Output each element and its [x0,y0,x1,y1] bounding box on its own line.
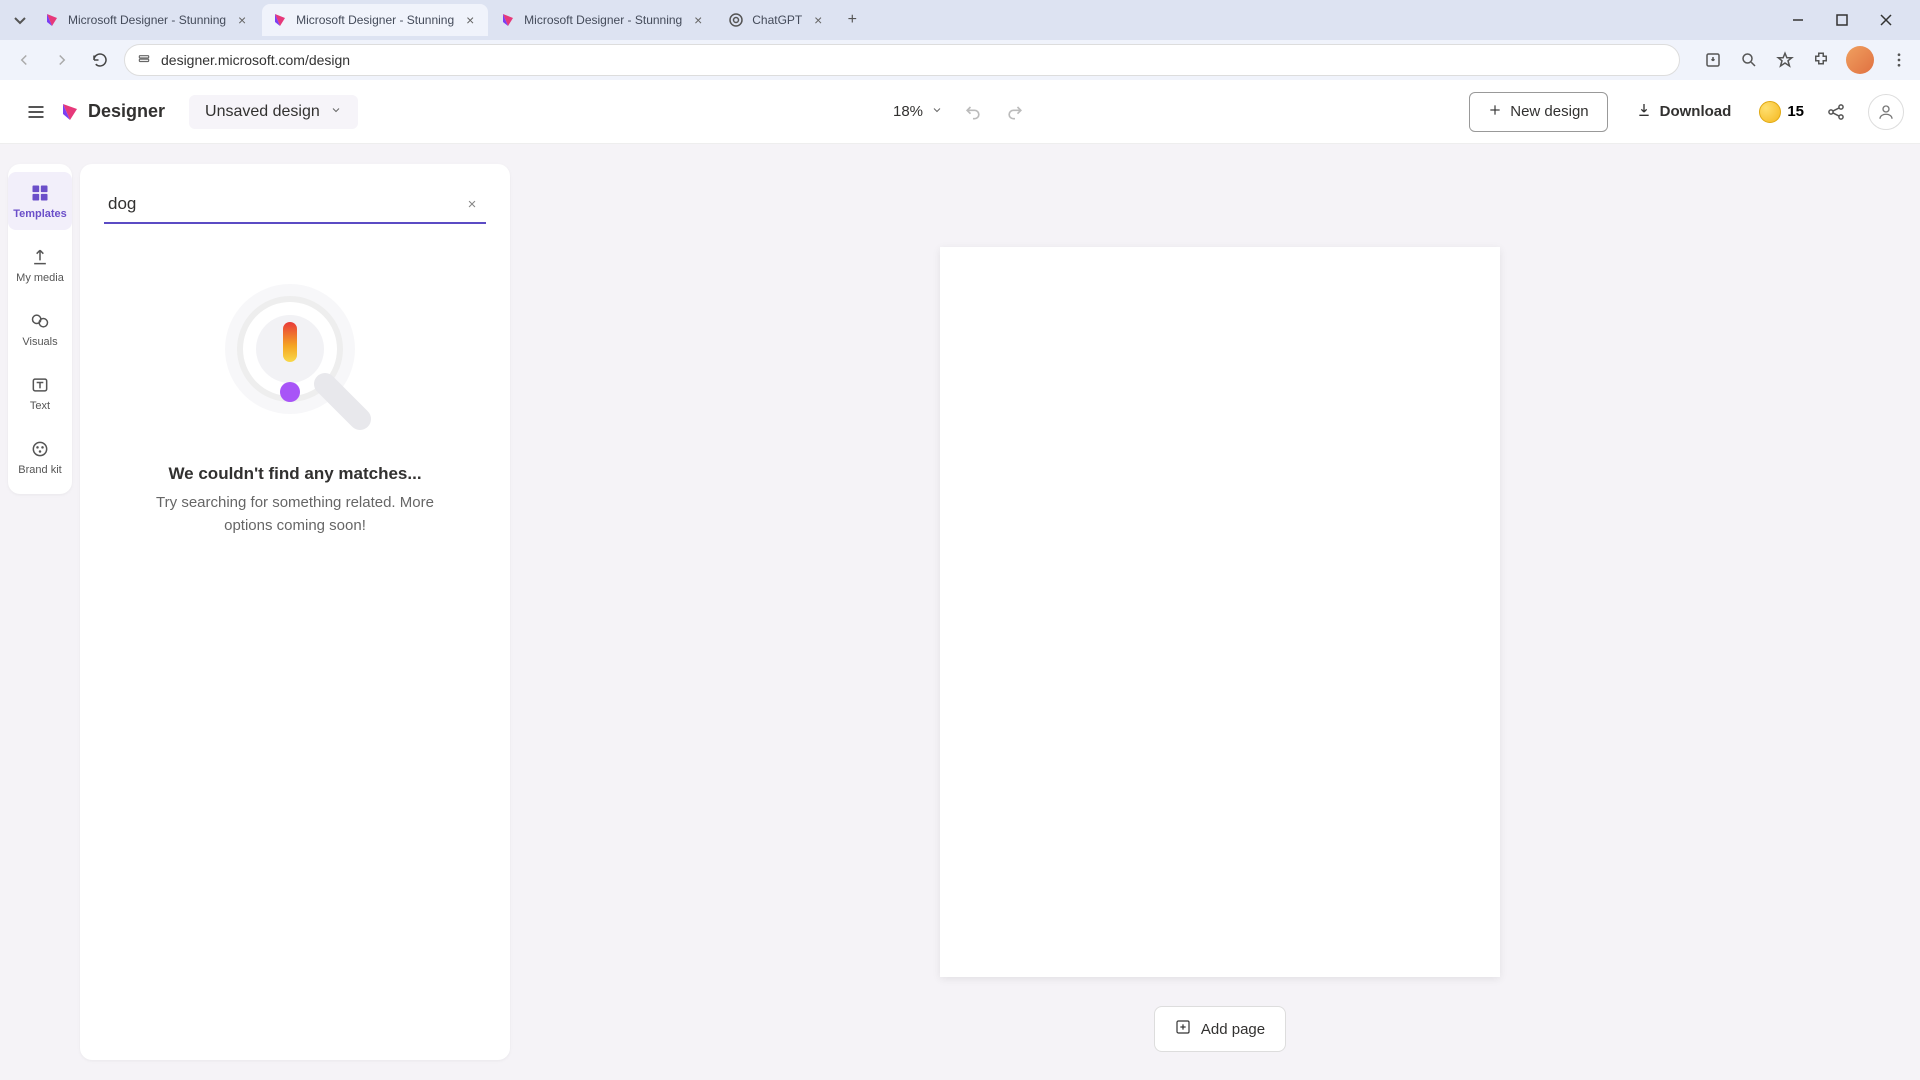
templates-panel: × [80,144,520,1080]
maximize-button[interactable] [1824,6,1860,34]
window-controls [1780,6,1912,34]
designer-favicon-icon [272,12,288,28]
templates-panel-card: × [80,164,510,1060]
minimize-button[interactable] [1780,6,1816,34]
forward-button[interactable] [48,46,76,74]
design-name-dropdown[interactable]: Unsaved design [189,95,358,129]
canvas-page[interactable] [940,247,1500,977]
coin-icon [1759,101,1781,123]
tab-close-icon[interactable]: × [690,12,706,28]
design-name-label: Unsaved design [205,103,320,121]
hamburger-menu-button[interactable] [16,92,56,132]
tab-title: ChatGPT [752,13,802,27]
add-page-button[interactable]: Add page [1154,1006,1286,1052]
install-app-icon[interactable] [1702,49,1724,71]
search-wrap: × [104,188,486,224]
browser-tab[interactable]: Microsoft Designer - Stunning × [34,4,260,36]
tab-close-icon[interactable]: × [234,12,250,28]
url-box[interactable]: designer.microsoft.com/design [124,44,1680,76]
clear-search-icon[interactable]: × [462,194,482,214]
app-header: Designer Unsaved design 18% New design D… [0,80,1920,144]
profile-avatar[interactable] [1846,46,1874,74]
chevron-down-icon [330,103,342,121]
tab-close-icon[interactable]: × [462,12,478,28]
text-icon [29,374,51,396]
back-button[interactable] [10,46,38,74]
zoom-dropdown[interactable]: 18% [893,103,943,120]
empty-state: We couldn't find any matches... Try sear… [104,264,486,537]
side-rail-card: Templates My media Visuals Text Brand ki… [8,164,72,494]
new-tab-button[interactable]: + [838,6,866,34]
tab-title: Microsoft Designer - Stunning [68,13,226,27]
sidebar-item-label: Brand kit [18,464,61,476]
sidebar-item-templates[interactable]: Templates [8,172,72,230]
bookmark-icon[interactable] [1774,49,1796,71]
tab-strip: Microsoft Designer - Stunning × Microsof… [0,0,1920,40]
sidebar-item-label: Templates [13,208,67,220]
chatgpt-favicon-icon [728,12,744,28]
empty-state-illustration-icon [205,264,385,444]
plus-icon [1488,103,1502,121]
sidebar-item-label: Text [30,400,50,412]
browser-tab[interactable]: ChatGPT × [718,4,836,36]
tab-title: Microsoft Designer - Stunning [524,13,682,27]
share-button[interactable] [1818,94,1854,130]
empty-state-title: We couldn't find any matches... [168,464,421,484]
browser-tab[interactable]: Microsoft Designer - Stunning × [262,4,488,36]
designer-logo-text: Designer [88,101,165,122]
sidebar-item-visuals[interactable]: Visuals [8,300,72,358]
address-bar: designer.microsoft.com/design [0,40,1920,80]
tab-close-icon[interactable]: × [810,12,826,28]
empty-state-subtitle: Try searching for something related. Mor… [145,492,445,537]
chrome-menu-icon[interactable] [1888,49,1910,71]
redo-button[interactable] [1003,100,1027,124]
zoom-value: 18% [893,103,923,120]
url-text: designer.microsoft.com/design [161,52,1667,68]
designer-favicon-icon [500,12,516,28]
designer-logo-icon [60,102,80,122]
header-right: New design Download 15 [1469,92,1904,132]
sidebar-item-text[interactable]: Text [8,364,72,422]
extensions-icon[interactable] [1810,49,1832,71]
header-center: 18% [893,100,1027,124]
zoom-indicator-icon[interactable] [1738,49,1760,71]
reload-button[interactable] [86,46,114,74]
new-design-button[interactable]: New design [1469,92,1607,132]
template-search-input[interactable] [104,188,486,220]
add-page-label: Add page [1201,1021,1265,1038]
designer-logo[interactable]: Designer [60,101,165,122]
visuals-icon [29,310,51,332]
sidebar-item-label: Visuals [22,336,57,348]
download-icon [1636,102,1652,122]
credits-count: 15 [1787,103,1804,120]
new-design-label: New design [1510,103,1588,120]
browser-tab[interactable]: Microsoft Designer - Stunning × [490,4,716,36]
sidebar-item-label: My media [16,272,64,284]
tab-title: Microsoft Designer - Stunning [296,13,454,27]
undo-button[interactable] [961,100,985,124]
download-button[interactable]: Download [1622,92,1746,132]
designer-favicon-icon [44,12,60,28]
sidebar-item-brand-kit[interactable]: Brand kit [8,428,72,486]
upload-icon [29,246,51,268]
tabs-dropdown-button[interactable] [8,8,32,32]
download-label: Download [1660,103,1732,120]
site-info-icon[interactable] [137,51,151,70]
close-window-button[interactable] [1868,6,1904,34]
account-button[interactable] [1868,94,1904,130]
browser-chrome: Microsoft Designer - Stunning × Microsof… [0,0,1920,80]
plus-square-icon [1175,1019,1191,1039]
templates-icon [29,182,51,204]
side-rail: Templates My media Visuals Text Brand ki… [0,144,80,1080]
canvas-area[interactable]: Add page [520,144,1920,1080]
credits-button[interactable]: 15 [1759,101,1804,123]
chevron-down-icon [931,103,943,120]
brandkit-icon [29,438,51,460]
sidebar-item-my-media[interactable]: My media [8,236,72,294]
app-body: Templates My media Visuals Text Brand ki… [0,144,1920,1080]
